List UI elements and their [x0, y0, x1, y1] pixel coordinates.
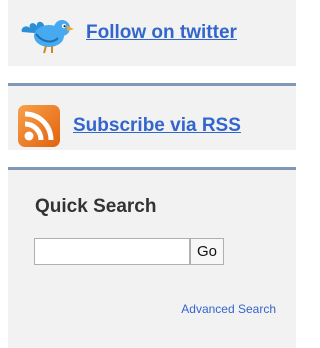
rss-feed-icon[interactable]: [18, 105, 60, 147]
follow-on-twitter-link[interactable]: Follow on twitter: [86, 22, 237, 44]
go-button[interactable]: Go: [190, 238, 224, 265]
rss-panel: Subscribe via RSS: [8, 83, 296, 150]
follow-on-twitter-link-row[interactable]: Follow on twitter: [18, 12, 237, 54]
subscribe-via-rss-link[interactable]: Subscribe via RSS: [73, 115, 241, 137]
quick-search-title: Quick Search: [35, 196, 157, 217]
subscribe-via-rss-link-row[interactable]: Subscribe via RSS: [18, 105, 241, 147]
quick-search-panel: Quick Search Go Advanced Search: [8, 167, 296, 348]
twitter-bird-icon[interactable]: [18, 12, 74, 54]
advanced-search-link[interactable]: Advanced Search: [181, 302, 276, 316]
twitter-panel: Follow on twitter: [8, 0, 296, 66]
search-input[interactable]: [34, 238, 190, 265]
